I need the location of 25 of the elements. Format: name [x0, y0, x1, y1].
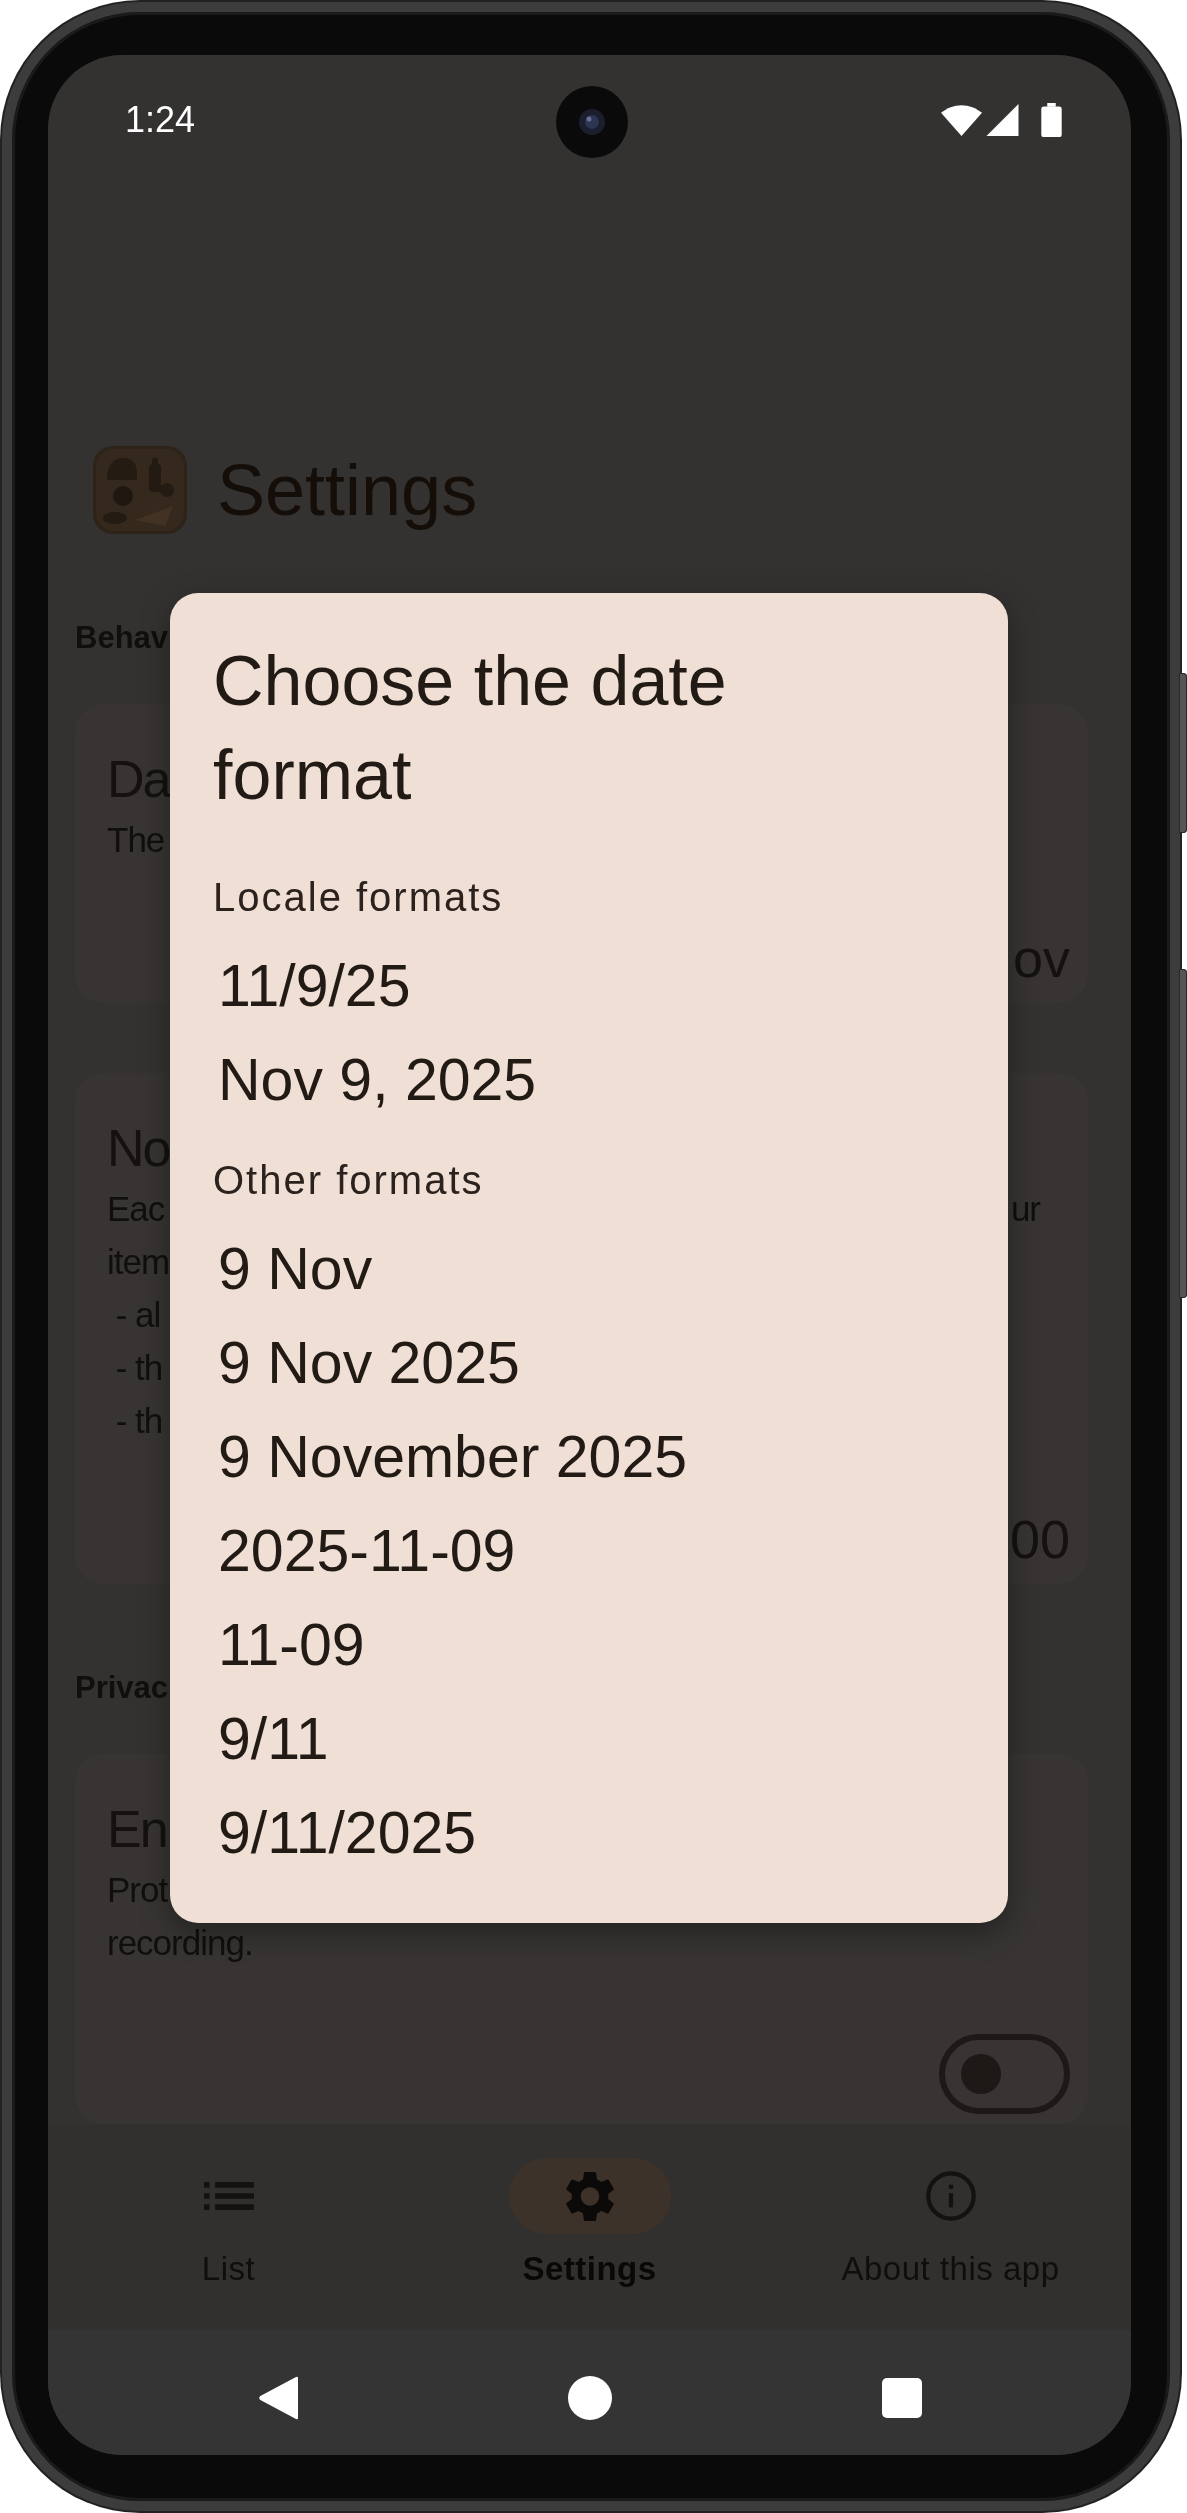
date-format-option[interactable]: 2025-11-09 — [213, 1504, 965, 1598]
date-format-option[interactable]: 9 Nov 2025 — [213, 1316, 965, 1410]
camera-lens-icon — [556, 86, 628, 158]
date-format-option[interactable]: 9/11/2025 — [213, 1786, 965, 1880]
group-header: Locale formats — [213, 874, 505, 921]
info-icon — [924, 2170, 977, 2222]
list-icon — [203, 2182, 254, 2210]
dialog-title: Choose the date format — [213, 641, 728, 816]
home-icon[interactable] — [567, 2375, 612, 2420]
food-icon — [93, 446, 187, 534]
date-format-option[interactable]: 9 November 2025 — [213, 1410, 965, 1504]
date-format-option[interactable]: 9/11 — [213, 1692, 965, 1786]
recents-icon[interactable] — [881, 2377, 922, 2418]
signal-icon — [986, 104, 1019, 136]
settings-icon — [565, 2170, 614, 2222]
battery-icon — [1041, 103, 1062, 137]
date-format-option[interactable]: 11/9/25 — [213, 939, 965, 1033]
toggle-switch[interactable] — [939, 2034, 1070, 2114]
group-header: Other formats — [213, 1157, 485, 1204]
status-time: 1:24 — [125, 100, 196, 140]
back-icon[interactable] — [257, 2375, 298, 2420]
date-format-option[interactable]: 9 Nov — [213, 1222, 965, 1316]
wifi-icon — [941, 104, 982, 136]
date-format-option[interactable]: Nov 9, 2025 — [213, 1033, 965, 1127]
date-format-option[interactable]: 11-09 — [213, 1598, 965, 1692]
